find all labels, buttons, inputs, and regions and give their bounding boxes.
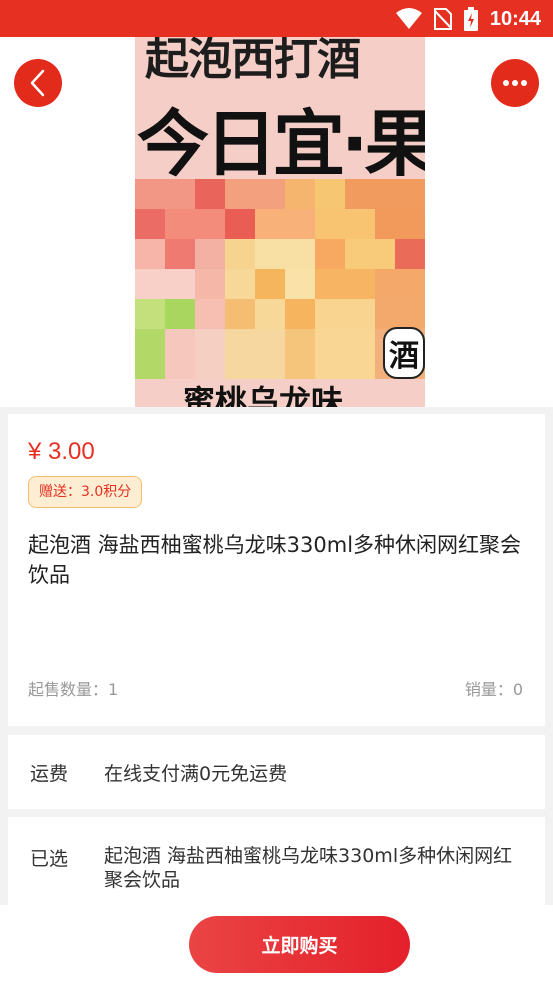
points-badge: 赠送：3.0积分 — [28, 476, 143, 508]
pixel-art-pattern — [135, 179, 425, 379]
can-text-line-1: 起泡西打酒 — [145, 37, 361, 85]
product-can: 起泡西打酒 今日宜·果酿 — [135, 37, 425, 407]
can-badge: 酒 — [383, 327, 425, 379]
shipping-label: 运费 — [30, 763, 69, 785]
selected-value: 起泡酒 海盐西柚蜜桃乌龙味330ml多种休闲网红聚会饮品 — [104, 845, 513, 891]
battery-charging-icon — [463, 7, 478, 31]
can-text-line-2: 今日宜·果酿 — [137, 102, 425, 186]
shipping-row: 运费 在线支付满0元免运费 — [8, 735, 545, 809]
selected-spec-row[interactable]: 已选 起泡酒 海盐西柚蜜桃乌龙味330ml多种休闲网红聚会饮品 — [8, 817, 545, 917]
chevron-left-icon — [30, 69, 45, 97]
buy-now-button[interactable]: 立即购买 — [189, 916, 410, 973]
shipping-value: 在线支付满0元免运费 — [104, 763, 288, 785]
bottom-action-bar: 立即购买 — [0, 905, 553, 983]
product-price: ¥ 3.00 — [28, 438, 95, 465]
more-button[interactable] — [491, 59, 539, 107]
product-image: 起泡西打酒 今日宜·果酿 — [0, 37, 553, 407]
status-bar: 10:44 — [0, 0, 553, 37]
product-info-card: ¥ 3.00 赠送：3.0积分 起泡酒 海盐西柚蜜桃乌龙味330ml多种休闲网红… — [8, 414, 545, 726]
wifi-icon — [395, 8, 422, 29]
can-text-line-3: 蜜桃乌龙味 — [183, 383, 344, 407]
min-quantity: 起售数量：1 — [28, 680, 119, 699]
product-title: 起泡酒 海盐西柚蜜桃乌龙味330ml多种休闲网红聚会饮品 — [28, 533, 522, 587]
selected-label: 已选 — [30, 848, 69, 870]
clock: 10:44 — [489, 7, 541, 30]
status-icons: 10:44 — [395, 5, 541, 33]
back-button[interactable] — [14, 59, 62, 107]
sales-count: 销量：0 — [464, 680, 523, 699]
more-dots-icon — [503, 80, 527, 86]
no-sim-icon — [433, 8, 452, 30]
